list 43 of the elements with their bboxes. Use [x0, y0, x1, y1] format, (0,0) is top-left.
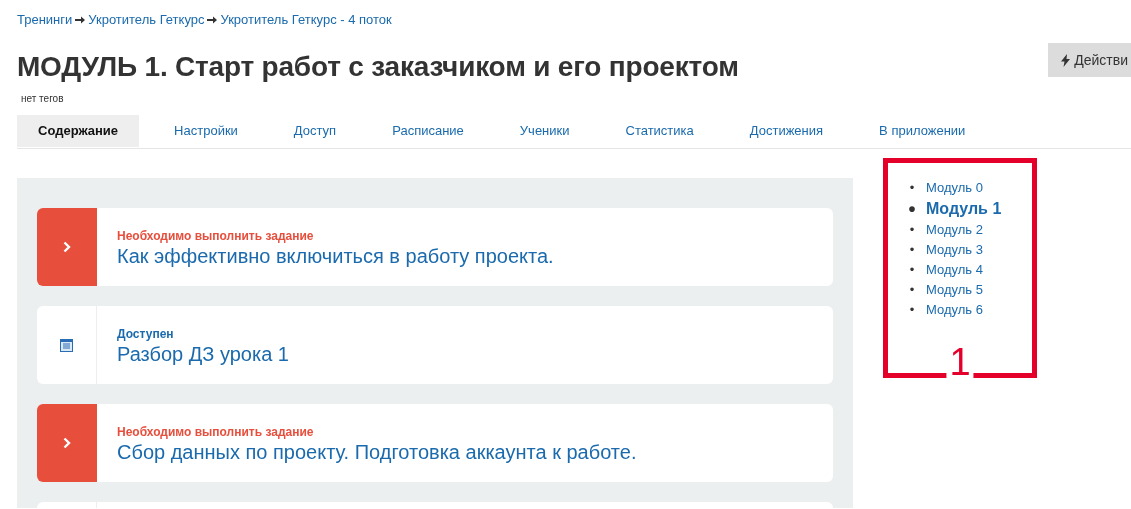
tab[interactable]: В приложении [858, 115, 987, 147]
tab[interactable]: Расписание [371, 115, 485, 147]
module-link[interactable]: Модуль 2 [926, 220, 983, 240]
lightning-icon [1061, 53, 1071, 67]
document-list-icon [60, 338, 73, 352]
bullet-text: • [908, 281, 916, 299]
bullet-text: • [908, 198, 916, 220]
module-link[interactable]: Модуль 5 [926, 280, 983, 300]
module-link[interactable]: Модуль 0 [926, 178, 983, 198]
breadcrumb-link[interactable]: Укротитель Геткурс - 4 поток [220, 9, 392, 30]
bullet-text: • [908, 301, 916, 319]
tab[interactable]: Статистика [604, 115, 715, 147]
actions-button[interactable]: Действи [1048, 43, 1131, 77]
module-link[interactable]: Модуль 4 [926, 260, 983, 280]
lesson-card[interactable]: Необходимо выполнить задание Как эффективно включиться в работу проекта. [37, 208, 833, 286]
bullet-text: • [908, 261, 916, 279]
lesson-card[interactable]: Необходимо выполнить задание Сбор данных по проекту. Подготовка аккаунта к работе. [37, 404, 833, 482]
bullet-text: • [908, 221, 916, 239]
breadcrumb-link[interactable]: Тренинги [17, 9, 73, 30]
tab[interactable]: Доступ [272, 115, 358, 147]
bullet-text: • [908, 179, 916, 197]
tags-text: нет тегов [20, 92, 65, 106]
lesson-title[interactable]: Разбор ДЗ урока 1 [117, 342, 289, 366]
arrow-icon [75, 15, 86, 24]
tab[interactable]: Достижения [728, 115, 845, 147]
lesson-title[interactable]: Как эффективно включиться в работу проекта. [117, 244, 554, 268]
lesson-title[interactable]: Сбор данных по проекту. Подготовка аккаунта к работе. [117, 440, 637, 464]
lesson-status: Необходимо выполнить задание [117, 424, 315, 440]
chevron-right-icon [63, 437, 71, 449]
tab[interactable]: Ученики [498, 115, 591, 147]
tab[interactable]: Настройки [153, 115, 259, 147]
chevron-right-icon [63, 241, 71, 253]
module-link[interactable]: Модуль 3 [926, 240, 983, 260]
lesson-card[interactable]: Доступен Разбор ДЗ урока 1 [37, 306, 833, 384]
breadcrumb-link[interactable]: Укротитель Геткурс [88, 9, 205, 30]
module-link[interactable]: Модуль 1 [926, 198, 1002, 220]
page-title: МОДУЛЬ 1. Старт работ с заказчиком и его проектом [17, 50, 739, 84]
lesson-status: Доступен [117, 326, 175, 342]
bullet-text: • [908, 241, 916, 259]
module-link[interactable]: Модуль 6 [926, 300, 983, 320]
tab[interactable]: Содержание [17, 115, 140, 147]
lesson-status: Необходимо выполнить задание [117, 228, 315, 244]
arrow-icon [207, 15, 218, 24]
